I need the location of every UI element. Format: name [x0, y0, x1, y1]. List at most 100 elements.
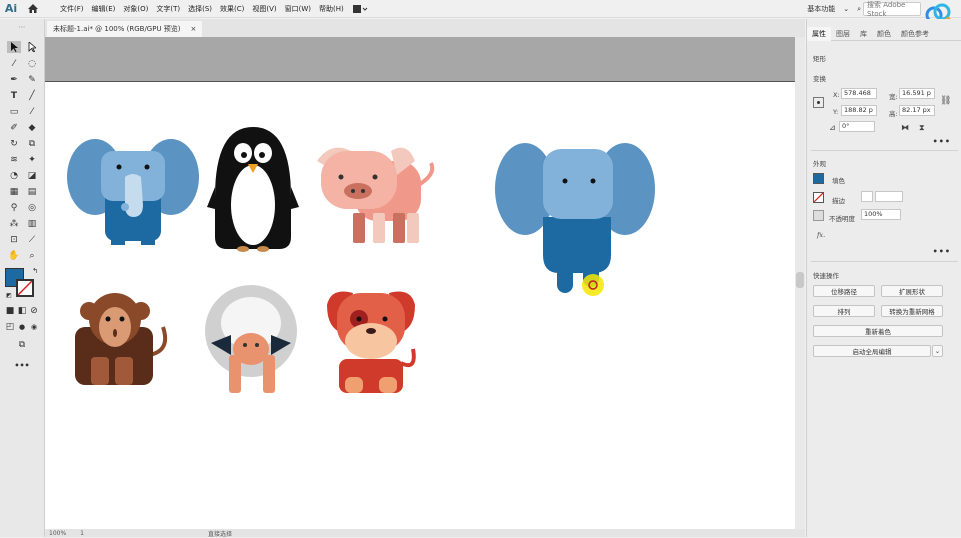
zoom-level[interactable]: 100% — [49, 530, 66, 537]
menu-effect[interactable]: 效果(C) — [216, 0, 248, 18]
puppet-warp-tool-icon[interactable]: ✦ — [25, 154, 39, 166]
search-icon[interactable]: ⌕ — [857, 5, 861, 14]
width-field[interactable]: 16.591 p — [899, 88, 935, 99]
slice-tool-icon[interactable]: ⟋ — [25, 234, 39, 246]
selection-tool-icon[interactable] — [7, 41, 21, 53]
canvas[interactable] — [45, 37, 795, 529]
tab-color-guide[interactable]: 颜色参考 — [896, 27, 934, 41]
tools-panel: ⋯ ⁄ ◌ ✒ ✎ T ╱ ▭ ⁄ ✐ ◆ ↻ ⧉ ≋ ✦ ◔ ◪ ▦ ▤ ⚲ … — [0, 19, 45, 537]
direct-selection-tool-icon[interactable] — [25, 41, 39, 53]
penguin-illustration[interactable] — [207, 127, 299, 252]
fill-swatch-panel[interactable] — [813, 173, 824, 184]
grip-icon[interactable]: ⋯ — [15, 21, 29, 33]
menu-window[interactable]: 窗口(W) — [281, 0, 315, 18]
stroke-label: 描边 — [832, 197, 845, 205]
perspective-grid-tool-icon[interactable]: ▦ — [7, 186, 21, 198]
recolor-button[interactable]: 重新着色 — [813, 325, 943, 337]
chevron-down-icon[interactable]: ⌄ — [932, 345, 943, 357]
default-colors-icon[interactable]: ◩ — [2, 289, 16, 301]
tab-layers[interactable]: 图层 — [831, 27, 855, 41]
offset-path-button[interactable]: 位移路径 — [813, 285, 875, 297]
magic-wand-tool-icon[interactable]: ⁄ — [7, 58, 21, 70]
convert-mesh-button[interactable]: 转换为重新网格 — [881, 305, 943, 317]
menu-help[interactable]: 帮助(H) — [315, 0, 348, 18]
hand-tool-icon[interactable]: ✋ — [7, 250, 21, 262]
workspace-switcher[interactable]: 基本功能 — [807, 4, 835, 14]
edit-toolbar-icon[interactable]: ••• — [14, 359, 29, 371]
arrange-button[interactable]: 排列 — [813, 305, 875, 317]
fx-icon[interactable]: fx. — [817, 231, 825, 239]
live-paint-tool-icon[interactable]: ◪ — [25, 170, 39, 182]
tab-properties[interactable]: 属性 — [807, 26, 831, 41]
eyedropper-tool-icon[interactable]: ⚲ — [7, 202, 21, 214]
tab-color[interactable]: 颜色 — [872, 27, 896, 41]
zoom-tool-icon[interactable]: ⌕ — [25, 250, 39, 262]
constrain-link-icon[interactable]: ⛓ — [940, 96, 951, 106]
menu-file[interactable]: 文件(F) — [56, 0, 88, 18]
tab-libraries[interactable]: 库 — [855, 27, 872, 41]
reference-point-icon[interactable] — [813, 97, 824, 108]
home-icon[interactable] — [22, 0, 44, 18]
more-options-icon-2[interactable]: ••• — [933, 247, 951, 256]
none-mode-icon[interactable]: ⊘ — [27, 305, 41, 317]
stroke-color-swatch[interactable] — [16, 279, 34, 297]
curvature-tool-icon[interactable]: ✎ — [25, 74, 39, 86]
menu-edit[interactable]: 编辑(E) — [88, 0, 120, 18]
blend-tool-icon[interactable]: ◎ — [25, 202, 39, 214]
selection-type: 矩形 — [813, 55, 826, 63]
flip-vertical-icon[interactable]: ⧗ — [919, 123, 925, 133]
symbol-sprayer-tool-icon[interactable]: ⁂ — [7, 218, 21, 230]
selected-elephant-illustration[interactable] — [495, 143, 655, 296]
y-field[interactable]: 188.82 p — [841, 105, 877, 116]
arrange-documents-button[interactable] — [352, 4, 368, 14]
y-label: Y: — [833, 108, 839, 116]
gradient-tool-icon[interactable]: ▤ — [25, 186, 39, 198]
artboard-nav[interactable]: 1 — [80, 530, 84, 537]
column-graph-tool-icon[interactable]: ▥ — [25, 218, 39, 230]
dog-illustration[interactable] — [327, 291, 416, 394]
angle-field[interactable]: 0° — [839, 121, 875, 132]
more-options-icon[interactable]: ••• — [933, 137, 951, 146]
vertical-scrollbar[interactable] — [795, 37, 805, 529]
type-tool-icon[interactable]: T — [7, 90, 21, 102]
flip-horizontal-icon[interactable]: ⧓ — [901, 123, 909, 132]
expand-shape-button[interactable]: 扩展形状 — [881, 285, 943, 297]
rotate-tool-icon[interactable]: ↻ — [7, 138, 21, 150]
close-icon[interactable]: × — [191, 25, 197, 33]
status-bar: 100% 1 直接选择 — [45, 529, 805, 538]
line-tool-icon[interactable]: ╱ — [25, 90, 39, 102]
screen-mode-icon[interactable]: ⧉ — [15, 339, 29, 351]
stock-search-input[interactable]: 搜索 Adobe Stock — [863, 1, 921, 18]
stroke-swatch-panel[interactable] — [813, 192, 824, 203]
warp-tool-icon[interactable]: ≋ — [7, 154, 21, 166]
scale-tool-icon[interactable]: ⧉ — [25, 138, 39, 150]
height-field[interactable]: 82.17 px — [899, 105, 935, 116]
paintbrush-tool-icon[interactable]: ⁄ — [25, 106, 39, 118]
x-field[interactable]: 578.468 — [841, 88, 877, 99]
lasso-tool-icon[interactable]: ◌ — [25, 58, 39, 70]
swap-fill-stroke-icon[interactable]: ↰ — [28, 265, 42, 277]
draw-inside-icon[interactable]: ◉ — [27, 321, 41, 333]
shape-builder-tool-icon[interactable]: ◔ — [7, 170, 21, 182]
opacity-field[interactable]: 100% — [861, 209, 901, 220]
artboard-tool-icon[interactable]: ⊡ — [7, 234, 21, 246]
monkey-illustration[interactable] — [75, 293, 168, 385]
elephant-illustration[interactable] — [67, 139, 199, 245]
document-tab[interactable]: 未标题-1.ai* @ 100% (RGB/GPU 预览) × — [47, 21, 203, 37]
stroke-weight-stepper[interactable] — [861, 191, 873, 202]
rectangle-tool-icon[interactable]: ▭ — [7, 106, 21, 118]
cursor-highlight — [582, 274, 604, 296]
shaper-tool-icon[interactable]: ✐ — [7, 122, 21, 134]
opacity-icon — [813, 210, 824, 221]
menu-view[interactable]: 视图(V) — [248, 0, 280, 18]
menu-type[interactable]: 文字(T) — [152, 0, 184, 18]
global-edit-button[interactable]: 启动全局编辑 — [813, 345, 931, 357]
menu-select[interactable]: 选择(S) — [184, 0, 216, 18]
menu-object[interactable]: 对象(O) — [119, 0, 152, 18]
eraser-tool-icon[interactable]: ◆ — [25, 122, 39, 134]
scroll-thumb[interactable] — [796, 272, 804, 288]
pen-tool-icon[interactable]: ✒ — [7, 74, 21, 86]
stroke-weight-field[interactable] — [875, 191, 903, 202]
pig-illustration[interactable] — [317, 147, 435, 243]
sheep-illustration[interactable] — [205, 285, 297, 393]
